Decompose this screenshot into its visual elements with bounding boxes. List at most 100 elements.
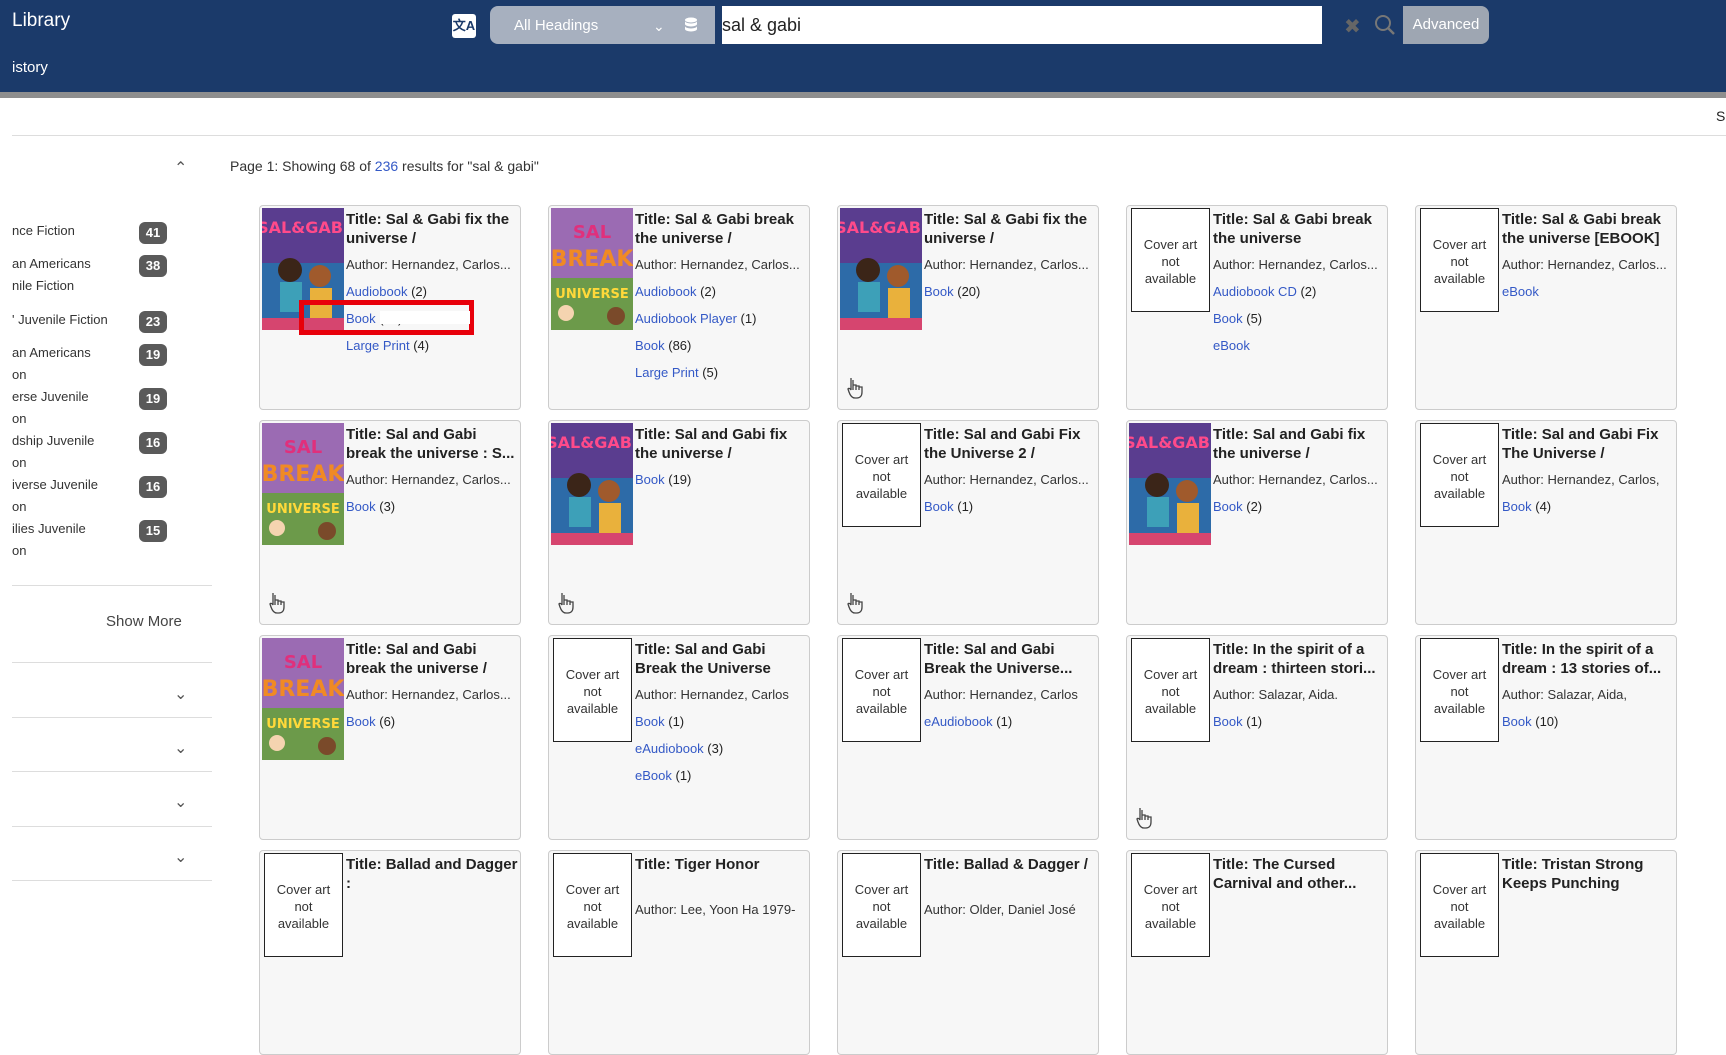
result-card[interactable]: Cover art not available Title: Sal & Gabi… xyxy=(1415,205,1677,410)
format-link[interactable]: Book xyxy=(346,714,376,729)
cover-placeholder[interactable]: Cover art not available xyxy=(842,638,921,742)
result-title[interactable]: Title: Sal & Gabi break the universe xyxy=(1213,210,1385,248)
result-card[interactable]: SAL&GABITitle: Sal and Gabi fix the univ… xyxy=(1126,420,1388,625)
result-card[interactable]: Cover art not available Title: The Cursed… xyxy=(1126,850,1388,1055)
format-link[interactable]: eAudiobook xyxy=(924,714,993,729)
touch-hand-icon[interactable] xyxy=(846,593,866,615)
search-input[interactable] xyxy=(722,6,1322,44)
result-title[interactable]: Title: Ballad and Dagger : xyxy=(346,855,518,893)
format-link[interactable]: Book xyxy=(635,338,665,353)
show-more-link[interactable]: Show More xyxy=(106,613,182,630)
library-title[interactable]: Library xyxy=(12,10,70,32)
result-title[interactable]: Title: Sal & Gabi fix the universe / xyxy=(924,210,1096,248)
result-title[interactable]: Title: Sal and Gabi break the universe :… xyxy=(346,425,518,463)
result-card[interactable]: Cover art not available Title: Sal & Gabi… xyxy=(1126,205,1388,410)
facet-label[interactable]: nce Fiction xyxy=(12,220,132,242)
format-link[interactable]: eAudiobook xyxy=(635,741,704,756)
result-card[interactable]: Cover art not available Title: Ballad & D… xyxy=(837,850,1099,1055)
book-cover-image[interactable]: SAL BREAK UNIVERSE xyxy=(262,638,344,760)
format-link[interactable]: Book xyxy=(1502,499,1532,514)
facet-label[interactable]: ilies Juvenile on xyxy=(12,518,132,562)
result-card[interactable]: Cover art not available Title: Sal and Ga… xyxy=(1415,420,1677,625)
cover-placeholder[interactable]: Cover art not available xyxy=(553,853,632,957)
database-icon[interactable] xyxy=(684,17,698,33)
result-title[interactable]: Title: Sal & Gabi break the universe [EB… xyxy=(1502,210,1674,248)
result-title[interactable]: Title: Sal & Gabi fix the universe / xyxy=(346,210,518,248)
result-card[interactable]: Cover art not available Title: Tristan St… xyxy=(1415,850,1677,1055)
clipped-toolbar-label[interactable]: S xyxy=(1716,108,1725,124)
format-link[interactable]: Audiobook xyxy=(635,284,696,299)
result-title[interactable]: Title: Sal and Gabi Fix the Universe 2 / xyxy=(924,425,1096,463)
format-link[interactable]: Book xyxy=(924,499,954,514)
result-title[interactable]: Title: Sal and Gabi Break the Universe xyxy=(635,640,807,678)
chevron-down-icon[interactable]: ⌄ xyxy=(174,684,187,704)
result-card[interactable]: SAL BREAK UNIVERSE Title: Sal & Gabi break … xyxy=(548,205,810,410)
format-link[interactable]: Audiobook xyxy=(346,284,407,299)
chevron-down-icon[interactable]: ⌄ xyxy=(174,792,187,812)
cover-placeholder[interactable]: Cover art not available xyxy=(842,853,921,957)
format-link[interactable]: Book xyxy=(1213,311,1243,326)
result-title[interactable]: Title: In the spirit of a dream : 13 sto… xyxy=(1502,640,1674,678)
facet-label[interactable]: ' Juvenile Fiction xyxy=(12,309,132,331)
book-cover-image[interactable]: SAL BREAK UNIVERSE xyxy=(551,208,633,330)
facet-label[interactable]: an Americans on xyxy=(12,342,132,386)
result-card[interactable]: SAL&GABITitle: Sal and Gabi fix the univ… xyxy=(548,420,810,625)
format-link[interactable]: Book xyxy=(635,714,665,729)
result-title[interactable]: Title: Sal & Gabi break the universe / xyxy=(635,210,807,248)
result-card[interactable]: Cover art not available Title: In the spi… xyxy=(1415,635,1677,840)
advanced-search-button[interactable]: Advanced xyxy=(1403,6,1489,44)
result-card[interactable]: SAL BREAK UNIVERSE Title: Sal and Gabi brea… xyxy=(259,635,521,840)
format-link[interactable]: Book xyxy=(1213,499,1243,514)
format-link[interactable]: Large Print xyxy=(635,365,699,380)
result-card[interactable]: SAL&GABITitle: Sal & Gabi fix the univer… xyxy=(837,205,1099,410)
cover-placeholder[interactable]: Cover art not available xyxy=(1131,853,1210,957)
result-title[interactable]: Title: Tiger Honor xyxy=(635,855,807,874)
result-title[interactable]: Title: In the spirit of a dream : thirte… xyxy=(1213,640,1385,678)
format-link[interactable]: Book xyxy=(1213,714,1243,729)
book-cover-image[interactable]: SAL&GABI xyxy=(1129,423,1211,545)
format-link[interactable]: Audiobook CD xyxy=(1213,284,1297,299)
result-title[interactable]: Title: Sal and Gabi fix the universe / xyxy=(635,425,807,463)
translate-icon[interactable]: 文A xyxy=(452,14,476,38)
cover-placeholder[interactable]: Cover art not available xyxy=(1420,208,1499,312)
cover-placeholder[interactable]: Cover art not available xyxy=(1131,638,1210,742)
facet-label[interactable]: erse Juvenile on xyxy=(12,386,132,430)
facet-label[interactable]: dship Juvenile on xyxy=(12,430,132,474)
result-card[interactable]: Cover art not available Title: In the spi… xyxy=(1126,635,1388,840)
cover-placeholder[interactable]: Cover art not available xyxy=(264,853,343,957)
result-card[interactable]: Cover art not available Title: Tiger Hono… xyxy=(548,850,810,1055)
touch-hand-icon[interactable] xyxy=(846,378,866,400)
results-count-link[interactable]: 236 xyxy=(375,158,398,174)
format-link[interactable]: eBook xyxy=(1502,284,1539,299)
touch-hand-icon[interactable] xyxy=(557,593,577,615)
book-cover-image[interactable]: SAL&GABI xyxy=(840,208,922,330)
format-link[interactable]: Audiobook Player xyxy=(635,311,737,326)
format-link[interactable]: Book xyxy=(346,499,376,514)
search-icon[interactable] xyxy=(1374,14,1396,36)
result-title[interactable]: Title: The Cursed Carnival and other... xyxy=(1213,855,1385,893)
cover-placeholder[interactable]: Cover art not available xyxy=(1131,208,1210,312)
format-link[interactable]: eBook xyxy=(1213,338,1250,353)
cover-placeholder[interactable]: Cover art not available xyxy=(553,638,632,742)
search-type-select[interactable]: All Headings ⌄ xyxy=(490,6,715,44)
result-title[interactable]: Title: Sal and Gabi break the universe / xyxy=(346,640,518,678)
touch-hand-icon[interactable] xyxy=(268,593,288,615)
chevron-up-icon[interactable]: ⌃ xyxy=(174,158,187,178)
result-card[interactable]: Cover art not available Title: Ballad and… xyxy=(259,850,521,1055)
facet-label[interactable]: an Americans nile Fiction xyxy=(12,253,132,297)
chevron-down-icon[interactable]: ⌄ xyxy=(174,738,187,758)
format-link[interactable]: Book xyxy=(635,472,665,487)
book-cover-image[interactable]: SAL&GABI xyxy=(551,423,633,545)
book-cover-image[interactable]: SAL BREAK UNIVERSE xyxy=(262,423,344,545)
result-title[interactable]: Title: Tristan Strong Keeps Punching xyxy=(1502,855,1674,893)
cover-placeholder[interactable]: Cover art not available xyxy=(1420,423,1499,527)
format-link[interactable]: Book xyxy=(1502,714,1532,729)
touch-hand-icon[interactable] xyxy=(1135,808,1155,830)
result-title[interactable]: Title: Ballad & Dagger / xyxy=(924,855,1096,874)
result-card[interactable]: Cover art not available Title: Sal and Ga… xyxy=(837,635,1099,840)
chevron-down-icon[interactable]: ⌄ xyxy=(174,847,187,867)
history-link[interactable]: istory xyxy=(12,59,48,76)
cover-placeholder[interactable]: Cover art not available xyxy=(842,423,921,527)
cover-placeholder[interactable]: Cover art not available xyxy=(1420,638,1499,742)
format-link[interactable]: Large Print xyxy=(346,338,410,353)
